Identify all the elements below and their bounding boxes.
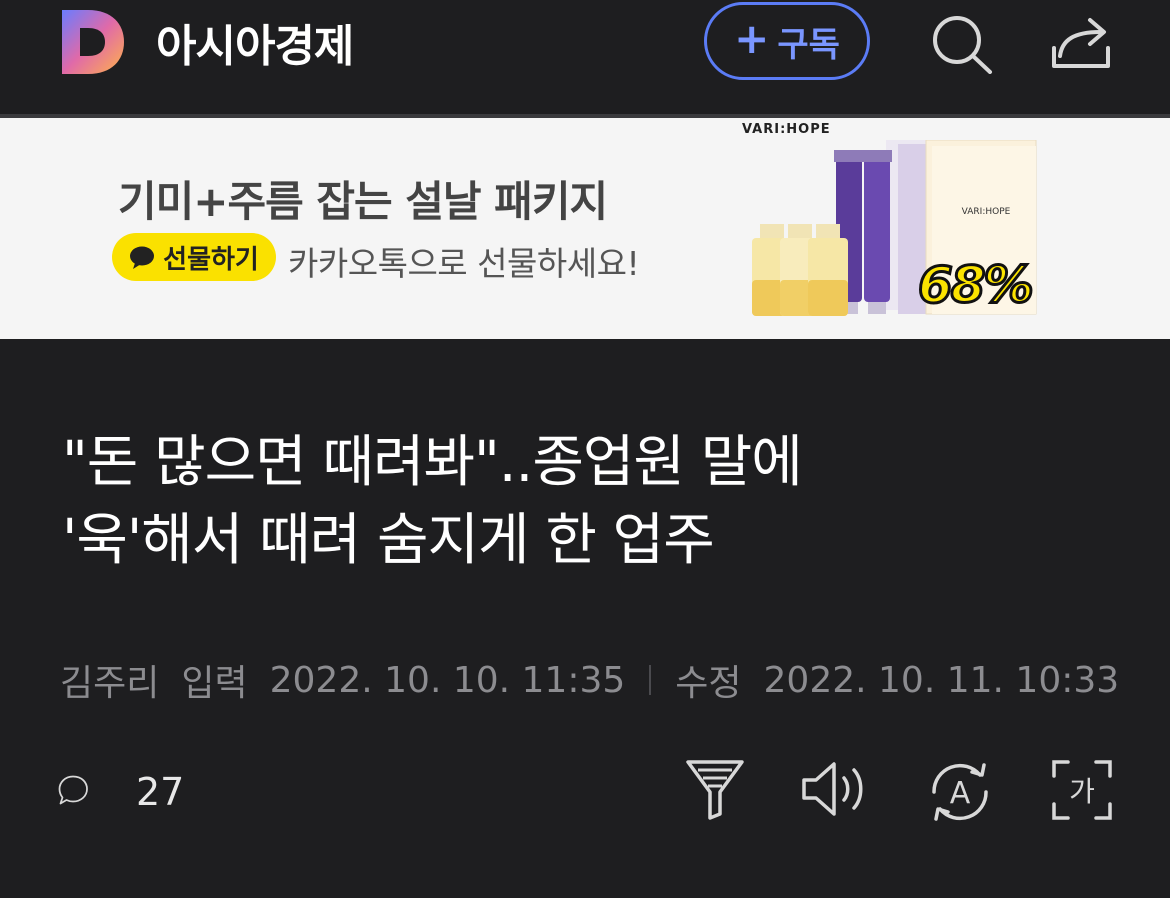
comment-count[interactable]: 27 xyxy=(136,770,184,814)
translate-glyph: A xyxy=(950,776,971,811)
ad-discount-badge: 68% xyxy=(917,255,1036,316)
pack-brand-text: VARI:HOPE xyxy=(962,207,1011,217)
ad-pill-label: 선물하기 xyxy=(163,244,259,275)
search-icon[interactable] xyxy=(930,14,994,74)
meta-divider xyxy=(649,665,652,695)
plus-icon: + xyxy=(734,14,770,63)
font-size-glyph: 가 xyxy=(1069,775,1095,808)
input-date: 2022. 10. 10. 11:35 xyxy=(269,659,626,701)
summary-icon[interactable] xyxy=(684,756,746,822)
comment-icon[interactable] xyxy=(58,758,128,824)
modified-label: 수정 xyxy=(675,663,742,704)
chat-bubble-icon xyxy=(130,246,155,269)
press-name[interactable]: 아시아경제 xyxy=(156,10,354,74)
speaker-icon[interactable] xyxy=(800,758,870,820)
subscribe-button[interactable]: + 구독 xyxy=(704,2,870,80)
modified-date: 2022. 10. 11. 10:33 xyxy=(763,659,1120,701)
translate-icon[interactable]: A xyxy=(926,758,994,826)
header-bar: 아시아경제 + 구독 xyxy=(0,0,1170,114)
input-label: 입력 xyxy=(181,663,248,704)
press-logo-icon[interactable] xyxy=(58,8,126,76)
ad-subtext: 카카오톡으로 선물하세요! xyxy=(288,244,640,283)
ad-headline: 기미+주름 잡는 설날 패키지 xyxy=(118,177,608,226)
article-title: "돈 많으면 때려봐"..종업원 말에 '욱'해서 때려 숨지게 한 업주 xyxy=(62,424,1122,580)
ad-brand: VARI:HOPE xyxy=(742,122,831,137)
kakao-gift-pill[interactable]: 선물하기 xyxy=(112,233,276,281)
article-title-line-1: "돈 많으면 때려봐"..종업원 말에 xyxy=(62,430,803,495)
author-name[interactable]: 김주리 xyxy=(60,654,159,706)
share-icon[interactable] xyxy=(1050,12,1112,72)
subscribe-label: 구독 xyxy=(777,24,840,65)
ad-banner[interactable]: 기미+주름 잡는 설날 패키지 선물하기 카카오톡으로 선물하세요! VARI:… xyxy=(0,118,1170,339)
article-meta: 김주리 입력 2022. 10. 10. 11:35 수정 2022. 10. … xyxy=(60,654,1119,706)
font-size-icon[interactable]: 가 xyxy=(1050,758,1114,822)
article-title-line-2: '욱'해서 때려 숨지게 한 업주 xyxy=(62,508,715,573)
